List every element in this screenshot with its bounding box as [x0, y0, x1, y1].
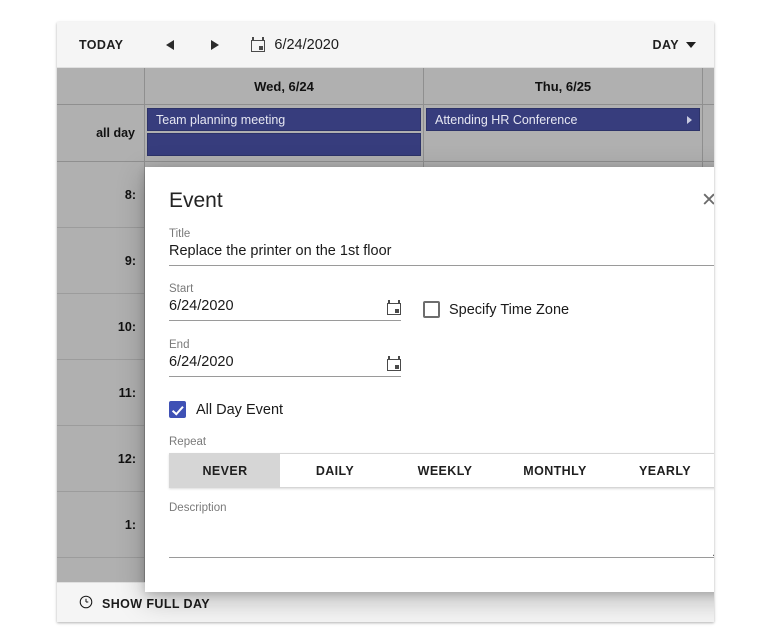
repeat-options: NEVER DAILY WEEKLY MONTHLY YEARLY — [169, 453, 714, 489]
title-input[interactable] — [169, 240, 714, 267]
view-selector-label: DAY — [652, 37, 679, 52]
end-field-label: End — [169, 339, 190, 352]
show-full-day-button[interactable]: SHOW FULL DAY — [77, 589, 212, 618]
start-field-wrap: Start — [169, 283, 401, 322]
previous-day-button[interactable] — [153, 30, 187, 60]
repeat-field-label: Repeat — [169, 436, 207, 449]
header-gutter — [57, 68, 145, 104]
event-dialog: Event ✕ Title Start Specify Time Zone En… — [145, 167, 714, 592]
checkbox-box — [423, 301, 440, 319]
caret-down-icon — [686, 41, 696, 48]
day-header-row: Wed, 6/24 Thu, 6/25 — [57, 68, 714, 105]
time-label: 1: — [57, 492, 144, 558]
repeat-option-never[interactable]: NEVER — [170, 454, 280, 488]
view-selector[interactable]: DAY — [653, 38, 700, 52]
triangle-left-icon — [165, 39, 176, 51]
show-full-day-label: SHOW FULL DAY — [102, 596, 210, 611]
all-day-event-label: All Day Event — [196, 401, 284, 418]
repeat-option-yearly[interactable]: YEARLY — [610, 454, 714, 488]
repeat-option-daily[interactable]: DAILY — [280, 454, 390, 488]
day-header-cell[interactable]: Wed, 6/24 — [145, 68, 424, 104]
event-chip-hr-conference[interactable]: Attending HR Conference — [426, 108, 700, 131]
specify-time-zone-checkbox[interactable]: Specify Time Zone — [423, 301, 569, 321]
triangle-right-icon — [687, 115, 692, 124]
time-label: 12: — [57, 426, 144, 492]
current-date-label: 6/24/2020 — [274, 36, 339, 53]
header-scroll-pad — [703, 68, 714, 104]
end-field-group: End — [169, 339, 714, 378]
all-day-label: all day — [57, 105, 145, 161]
end-calendar-icon[interactable] — [387, 356, 401, 372]
day-header-cell[interactable]: Thu, 6/25 — [424, 68, 703, 104]
description-field-label: Description — [169, 502, 227, 515]
event-chip-label: Team planning meeting — [156, 113, 286, 127]
description-field-group: Description — [169, 502, 714, 559]
start-calendar-icon[interactable] — [387, 300, 401, 316]
close-icon[interactable]: ✕ — [697, 189, 714, 212]
specify-time-zone-label: Specify Time Zone — [449, 301, 570, 318]
event-chip-label: Attending HR Conference — [435, 113, 578, 127]
title-field-group: Title — [169, 228, 714, 267]
time-gutter: 8: 9: 10: 11: 12: 1: 2: — [57, 162, 145, 582]
clock-icon — [79, 595, 93, 612]
all-day-row: all day Team planning meeting Attending … — [57, 105, 714, 162]
time-label: 8: — [57, 162, 144, 228]
all-day-scroll-pad — [703, 105, 714, 161]
event-chip-secondary[interactable] — [147, 133, 421, 156]
all-day-event-checkbox[interactable]: All Day Event — [169, 401, 284, 419]
time-label: 2: — [57, 558, 144, 582]
time-label: 9: — [57, 228, 144, 294]
next-day-button[interactable] — [197, 30, 231, 60]
repeat-field-group: Repeat NEVER DAILY WEEKLY MONTHLY YEARLY — [169, 436, 714, 489]
start-date-input[interactable] — [169, 295, 401, 322]
repeat-option-monthly[interactable]: MONTHLY — [500, 454, 610, 488]
all-day-column-wed[interactable]: Team planning meeting — [145, 105, 424, 161]
calendar-icon — [251, 37, 266, 52]
repeat-option-weekly[interactable]: WEEKLY — [390, 454, 500, 488]
end-date-input[interactable] — [169, 351, 401, 378]
checkbox-box-checked — [169, 401, 186, 419]
time-label: 11: — [57, 360, 144, 426]
triangle-right-icon — [209, 39, 220, 51]
title-field-label: Title — [169, 228, 191, 241]
start-field-label: Start — [169, 283, 194, 296]
all-day-column-thu[interactable]: Attending HR Conference — [424, 105, 703, 161]
calendar-toolbar: TODAY 6/24/2020 DAY — [57, 22, 714, 68]
start-field-group: Start Specify Time Zone — [169, 283, 714, 322]
today-button[interactable]: TODAY — [75, 32, 127, 58]
dialog-titlebar: Event ✕ — [169, 189, 714, 212]
event-chip-team-planning[interactable]: Team planning meeting — [147, 108, 421, 131]
end-field-wrap: End — [169, 339, 401, 378]
date-picker-button[interactable]: 6/24/2020 — [251, 37, 339, 53]
description-input[interactable] — [169, 518, 714, 559]
scheduler-widget: TODAY 6/24/2020 DAY Wed, 6/24 Thu, 6/25 … — [57, 22, 714, 622]
dialog-title: Event — [169, 189, 223, 212]
time-label: 10: — [57, 294, 144, 360]
